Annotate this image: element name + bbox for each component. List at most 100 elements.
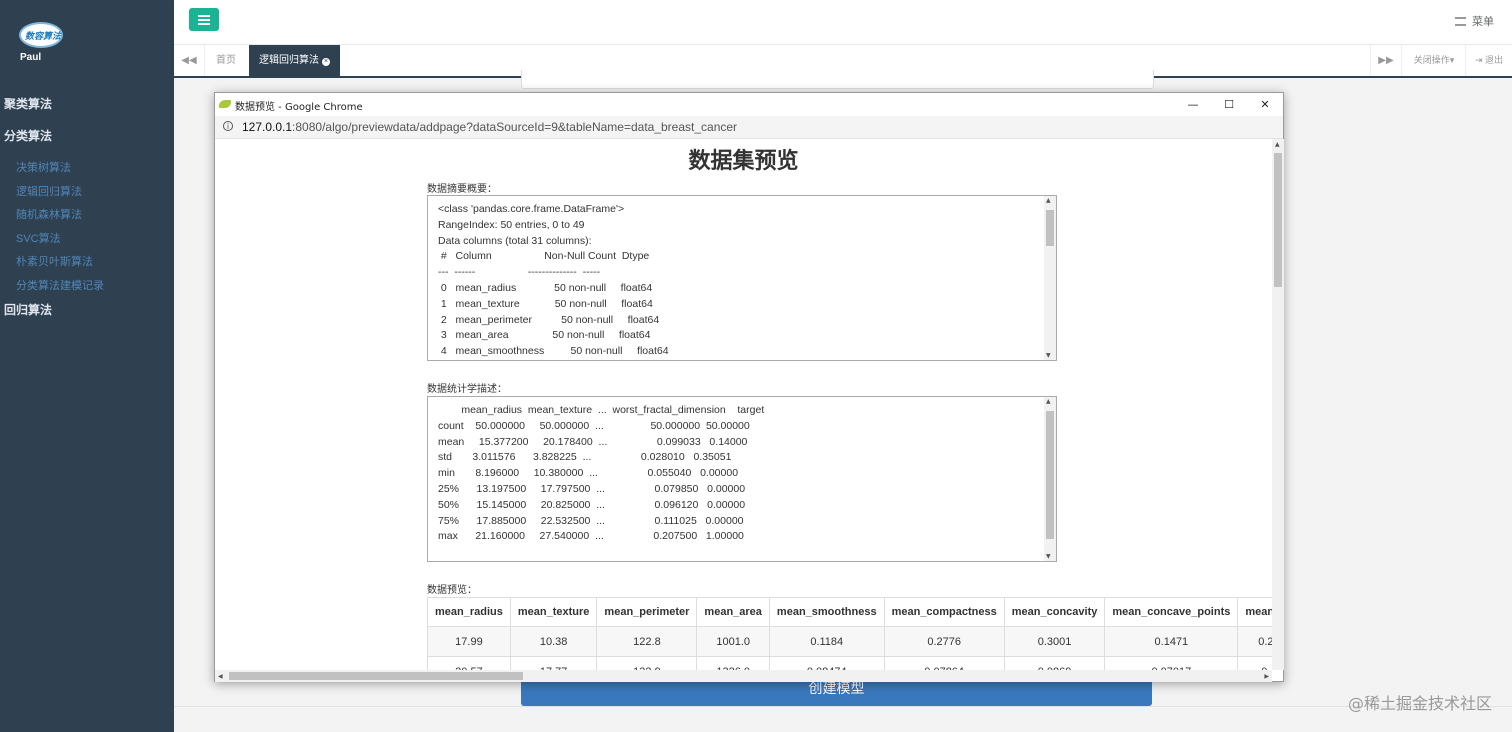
close-window-icon[interactable]: ✕ xyxy=(1247,93,1283,116)
table-cell: 0.08474 xyxy=(768,656,885,670)
scroll-down-icon[interactable]: ▼ xyxy=(1046,352,1051,359)
page-viewport: 数据集预览 数据摘要概要： <class 'pandas.core.frame.… xyxy=(215,139,1272,670)
preview-label: 数据预览： xyxy=(427,585,477,596)
table-cell: 1001.0 xyxy=(696,626,770,657)
nav-item-svc[interactable]: SVC算法 xyxy=(0,227,174,251)
scroll-up-icon[interactable]: ▲ xyxy=(1275,141,1280,148)
menu-label: 菜单 xyxy=(1472,16,1494,28)
app-icon xyxy=(219,100,231,108)
table-cell: 0.07017 xyxy=(1104,656,1239,670)
background-input[interactable] xyxy=(521,70,1154,89)
tab-home[interactable]: 首页 xyxy=(206,45,246,76)
summary-text: <class 'pandas.core.frame.DataFrame'> Ra… xyxy=(438,203,669,358)
table-row: 17.99 10.38 122.8 1001.0 0.1184 0.2776 0… xyxy=(427,626,1272,657)
address-bar[interactable]: i 127.0.0.1:8080/algo/previewdata/addpag… xyxy=(215,116,1283,139)
maximize-icon[interactable]: ☐ xyxy=(1211,93,1247,116)
list-icon xyxy=(1455,17,1466,26)
tab-logistic-regression[interactable]: 逻辑回归算法 × xyxy=(249,45,340,76)
summary-scrollbar[interactable]: ▲ ▼ xyxy=(1044,196,1056,360)
page-horizontal-scrollbar[interactable]: ◀ ▶ xyxy=(215,670,1272,682)
window-titlebar: 数据预览 - Google Chrome — ☐ ✕ xyxy=(215,93,1283,116)
column-header: mean_s xyxy=(1237,597,1272,627)
data-preview-table: mean_radius mean_texture mean_perimeter … xyxy=(427,597,1272,670)
table-cell: 1326.0 xyxy=(696,656,770,670)
table-cell: 0.0869 xyxy=(1003,656,1106,670)
tab-scroll-right-icon[interactable]: ▶▶ xyxy=(1370,45,1402,76)
scroll-down-icon[interactable]: ▼ xyxy=(1046,553,1051,560)
page-title: 数据集预览 xyxy=(688,149,799,174)
column-header: mean_radius xyxy=(427,597,511,627)
scroll-left-icon[interactable]: ◀ xyxy=(218,673,223,680)
table-cell: 0. xyxy=(1237,656,1272,670)
table-cell: 0.1471 xyxy=(1104,626,1239,657)
column-header: mean_compactness xyxy=(883,597,1005,627)
minimize-icon[interactable]: — xyxy=(1175,93,1211,116)
logo: 数容算法 xyxy=(19,22,63,48)
hamburger-icon-line xyxy=(198,23,210,25)
tab-scroll-left-icon[interactable]: ◀◀ xyxy=(174,45,205,76)
url-text[interactable]: 127.0.0.1:8080/algo/previewdata/addpage?… xyxy=(242,120,737,134)
nav-group-classification[interactable]: 分类算法 xyxy=(0,124,174,148)
nav-item-decision-tree[interactable]: 决策树算法 xyxy=(0,156,174,180)
table-cell: 17.77 xyxy=(509,656,598,670)
table-cell: 20.57 xyxy=(427,656,511,670)
logout-icon: ⇥ xyxy=(1474,55,1483,65)
column-header: mean_area xyxy=(696,597,770,627)
table-row: 20.57 17.77 132.9 1326.0 0.08474 0.07864… xyxy=(427,656,1272,670)
stats-label: 数据统计学描述： xyxy=(427,384,507,395)
top-navbar: 菜单 xyxy=(174,0,1512,45)
scroll-up-icon[interactable]: ▲ xyxy=(1046,398,1051,405)
logout-label: 退出 xyxy=(1485,55,1504,65)
nav-group-regression[interactable]: 回归算法 xyxy=(0,298,174,322)
scroll-right-icon[interactable]: ▶ xyxy=(1264,673,1269,680)
username[interactable]: Paul xyxy=(20,52,41,63)
info-icon[interactable]: i xyxy=(223,121,233,131)
logout-button[interactable]: ⇥ 退出 xyxy=(1465,45,1512,76)
nav-item-logistic-regression[interactable]: 逻辑回归算法 xyxy=(0,180,174,204)
menu-link[interactable]: 菜单 xyxy=(1455,13,1494,29)
scroll-thumb[interactable] xyxy=(1046,411,1054,539)
column-header: mean_perimeter xyxy=(596,597,698,627)
close-ops-label: 关闭操作 xyxy=(1413,55,1450,65)
table-cell: 0.2776 xyxy=(883,626,1005,657)
scroll-thumb[interactable] xyxy=(1274,153,1282,287)
url-path: :8080/algo/previewdata/addpage?dataSourc… xyxy=(292,120,738,134)
url-host: 127.0.0.1 xyxy=(242,120,293,134)
column-header: mean_concavity xyxy=(1003,597,1106,627)
tab-label: 逻辑回归算法 xyxy=(259,55,319,66)
column-header: mean_smoothness xyxy=(768,597,885,627)
table-cell: 0.1184 xyxy=(768,626,885,657)
preview-window: 数据预览 - Google Chrome — ☐ ✕ i 127.0.0.1:8… xyxy=(214,92,1284,682)
close-operations-dropdown[interactable]: 关闭操作▾ xyxy=(1401,45,1466,76)
stats-text: mean_radius mean_texture ... worst_fract… xyxy=(438,404,765,543)
nav-item-model-records[interactable]: 分类算法建模记录 xyxy=(0,274,174,298)
sidebar: 数容算法 Paul 聚类算法 分类算法 决策树算法 逻辑回归算法 随机森林算法 … xyxy=(0,0,174,732)
stats-scrollbar[interactable]: ▲ ▼ xyxy=(1044,397,1056,561)
scroll-thumb[interactable] xyxy=(229,672,523,680)
table-cell: 132.9 xyxy=(596,656,698,670)
nav-item-naive-bayes[interactable]: 朴素贝叶斯算法 xyxy=(0,250,174,274)
stats-textarea[interactable]: mean_radius mean_texture ... worst_fract… xyxy=(427,396,1057,562)
table-cell: 122.8 xyxy=(596,626,698,657)
divider xyxy=(174,706,1512,707)
window-title: 数据预览 - Google Chrome xyxy=(235,102,363,113)
hamburger-icon xyxy=(198,15,210,17)
menu-toggle-button[interactable] xyxy=(189,8,219,31)
column-header: mean_concave_points xyxy=(1104,597,1239,627)
table-header-row: mean_radius mean_texture mean_perimeter … xyxy=(427,597,1272,627)
profile: 数容算法 Paul xyxy=(0,0,174,90)
page-vertical-scrollbar[interactable]: ▲ xyxy=(1272,139,1284,670)
watermark: @稀土掘金技术社区 xyxy=(1347,694,1492,713)
summary-textarea[interactable]: <class 'pandas.core.frame.DataFrame'> Ra… xyxy=(427,195,1057,361)
close-icon[interactable]: × xyxy=(322,58,330,66)
nav-group-clustering[interactable]: 聚类算法 xyxy=(0,92,174,116)
logo-text: 数容算法 xyxy=(25,32,62,42)
table-cell: 0.07864 xyxy=(883,656,1005,670)
table-cell: 0.3001 xyxy=(1003,626,1106,657)
nav-item-random-forest[interactable]: 随机森林算法 xyxy=(0,203,174,227)
scroll-thumb[interactable] xyxy=(1046,210,1054,246)
table-cell: 10.38 xyxy=(509,626,598,657)
table-cell: 17.99 xyxy=(427,626,511,657)
scroll-up-icon[interactable]: ▲ xyxy=(1046,197,1051,204)
hamburger-icon-line xyxy=(198,19,210,21)
